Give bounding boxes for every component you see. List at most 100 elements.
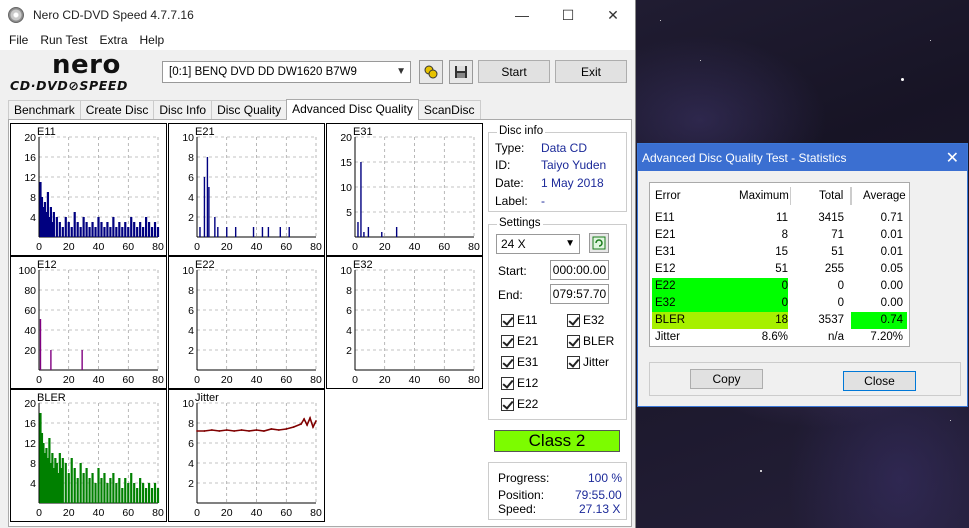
start-time-input[interactable]: 000:00.00 bbox=[550, 260, 609, 280]
jitter-point bbox=[300, 423, 303, 425]
end-time-label: End: bbox=[498, 288, 523, 302]
checkbox-e11-label: E11 bbox=[517, 313, 538, 327]
y-tick-label: 6 bbox=[346, 305, 352, 317]
cell-average: 0.01 bbox=[880, 246, 903, 258]
y-tick-label: 8 bbox=[30, 458, 36, 470]
data-bar bbox=[115, 483, 118, 503]
jitter-point bbox=[218, 430, 221, 432]
data-bar bbox=[109, 227, 112, 237]
tab-scandisc[interactable]: ScanDisc bbox=[417, 100, 481, 120]
drive-info-button[interactable] bbox=[419, 60, 443, 84]
chart-title: E21 bbox=[195, 126, 215, 138]
progress-value: 100 % bbox=[588, 471, 623, 485]
data-bar bbox=[112, 473, 115, 503]
checkbox-bler[interactable]: BLER bbox=[567, 334, 614, 348]
exit-button[interactable]: Exit bbox=[555, 60, 627, 83]
end-time-input[interactable]: 079:57.70 bbox=[550, 284, 609, 304]
checkbox-e21[interactable]: E21 bbox=[501, 334, 538, 348]
jitter-point bbox=[248, 430, 250, 432]
chart-e32: E32 2 4 6 8 10 0 20 40 60 80 bbox=[326, 256, 483, 389]
x-tick-label: 20 bbox=[63, 507, 75, 519]
data-bar bbox=[367, 227, 370, 237]
speed-select-value: 24 X bbox=[501, 237, 526, 251]
chart-e22: E22 2 4 6 8 10 0 20 40 60 80 bbox=[168, 256, 325, 389]
data-bar bbox=[76, 478, 79, 503]
minimize-button[interactable]: — bbox=[499, 0, 545, 30]
chart-e11-plot: E11 4 8 12 16 20 0 20 40 60 80 bbox=[24, 126, 164, 253]
cell-maximum: 8.6% bbox=[761, 331, 788, 343]
maximize-button[interactable]: ☐ bbox=[545, 0, 591, 30]
cell-average: 0.05 bbox=[880, 263, 903, 275]
menu-extra[interactable]: Extra bbox=[93, 33, 133, 47]
checkbox-e11[interactable]: E11 bbox=[501, 313, 537, 327]
chart-e12-plot: E12 20 40 60 80 100 0 20 40 60 80 bbox=[18, 259, 164, 386]
data-bar bbox=[208, 187, 210, 237]
chart-e31: E31 5 10 15 20 0 20 40 60 80 bbox=[326, 123, 483, 256]
data-bar bbox=[82, 217, 85, 237]
checkbox-e32[interactable]: E32 bbox=[567, 313, 604, 327]
data-bar bbox=[136, 227, 139, 237]
data-bar bbox=[115, 227, 118, 237]
data-bar bbox=[395, 227, 398, 237]
drive-select[interactable]: [0:1] BENQ DVD DD DW1620 B7W9 ▼ bbox=[162, 61, 411, 83]
label-value: - bbox=[541, 194, 545, 208]
checkbox-jitter[interactable]: Jitter bbox=[567, 355, 609, 369]
data-bar bbox=[136, 488, 139, 503]
close-button[interactable]: Close bbox=[843, 371, 916, 391]
data-bar bbox=[261, 227, 264, 237]
menu-help[interactable]: Help bbox=[134, 33, 171, 47]
checkbox-e31[interactable]: E31 bbox=[501, 355, 538, 369]
data-bar bbox=[234, 227, 237, 237]
drive-select-value: [0:1] BENQ DVD DD DW1620 B7W9 bbox=[169, 66, 357, 78]
chart-jitter-plot: Jitter 2 4 6 8 10 0 20 40 60 80 bbox=[182, 392, 322, 519]
save-button[interactable] bbox=[449, 60, 473, 84]
app-disc-icon bbox=[8, 7, 24, 23]
tab-benchmark[interactable]: Benchmark bbox=[8, 100, 81, 120]
start-button[interactable]: Start bbox=[478, 60, 550, 83]
data-bar bbox=[118, 478, 121, 503]
x-tick-label: 20 bbox=[221, 241, 233, 253]
x-tick-label: 60 bbox=[122, 374, 134, 386]
menu-run-test[interactable]: Run Test bbox=[34, 33, 93, 47]
checkbox-e12[interactable]: E12 bbox=[501, 376, 538, 390]
y-tick-label: 4 bbox=[30, 478, 36, 490]
data-bar bbox=[112, 217, 115, 237]
data-bar bbox=[217, 227, 219, 237]
data-bar bbox=[124, 222, 127, 237]
y-tick-label: 20 bbox=[340, 132, 352, 144]
tab-advanced-disc-quality[interactable]: Advanced Disc Quality bbox=[286, 99, 419, 120]
close-icon[interactable]: ✕ bbox=[946, 148, 959, 168]
x-tick-label: 20 bbox=[221, 507, 233, 519]
label-label: Label: bbox=[495, 194, 528, 208]
speed-select[interactable]: 24 X ▼ bbox=[496, 234, 580, 254]
y-tick-label: 2 bbox=[188, 345, 194, 357]
jitter-point bbox=[263, 430, 265, 432]
checkbox-jitter-label: Jitter bbox=[583, 355, 610, 369]
header-total: Total bbox=[819, 190, 844, 202]
data-bar bbox=[150, 488, 154, 503]
cell-average: 0.71 bbox=[880, 212, 903, 224]
menu-file[interactable]: File bbox=[3, 33, 34, 47]
checkbox-e22[interactable]: E22 bbox=[501, 397, 538, 411]
tab-disc-quality[interactable]: Disc Quality bbox=[211, 100, 288, 120]
cell-total: n/a bbox=[828, 331, 844, 343]
cell-error: E32 bbox=[655, 297, 676, 309]
toolbar: nero CD·DVD⊘SPEED [0:1] BENQ DVD DD DW16… bbox=[0, 50, 635, 97]
copy-button[interactable]: Copy bbox=[690, 369, 763, 389]
checkbox-checked bbox=[501, 313, 514, 327]
tab-disc-info[interactable]: Disc Info bbox=[153, 100, 213, 120]
chevron-down-icon: ▼ bbox=[565, 238, 575, 249]
data-bar bbox=[109, 478, 112, 503]
x-tick-label: 60 bbox=[438, 241, 450, 253]
cell-error: E22 bbox=[655, 280, 676, 292]
tab-create-disc[interactable]: Create Disc bbox=[79, 100, 155, 120]
refresh-speed-button[interactable] bbox=[589, 233, 609, 253]
data-bar bbox=[153, 222, 157, 237]
close-window-button[interactable]: ✕ bbox=[590, 0, 635, 30]
jitter-point bbox=[315, 420, 317, 422]
column-divider bbox=[790, 187, 791, 205]
data-bar bbox=[97, 217, 100, 237]
jitter-point bbox=[292, 426, 295, 428]
x-tick-label: 0 bbox=[352, 241, 358, 253]
y-tick-label: 12 bbox=[24, 172, 36, 184]
